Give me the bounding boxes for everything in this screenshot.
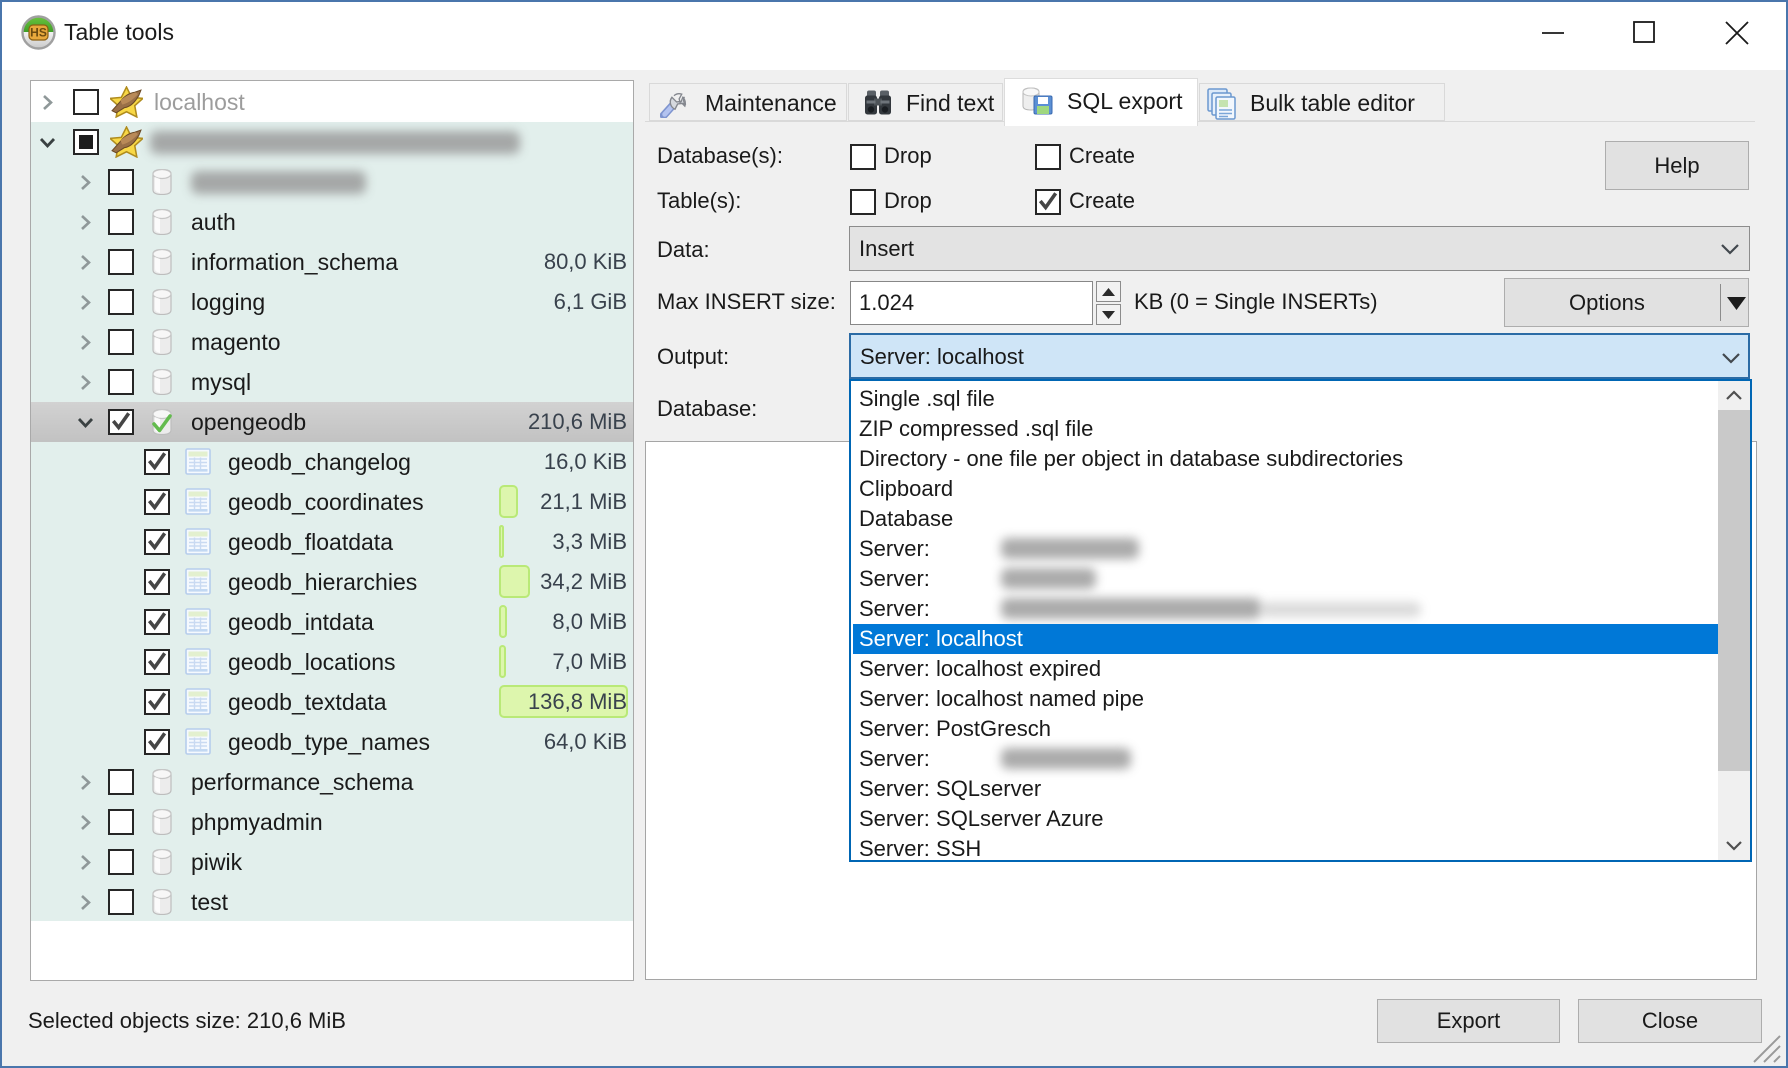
svg-text:HS: HS: [30, 26, 47, 40]
